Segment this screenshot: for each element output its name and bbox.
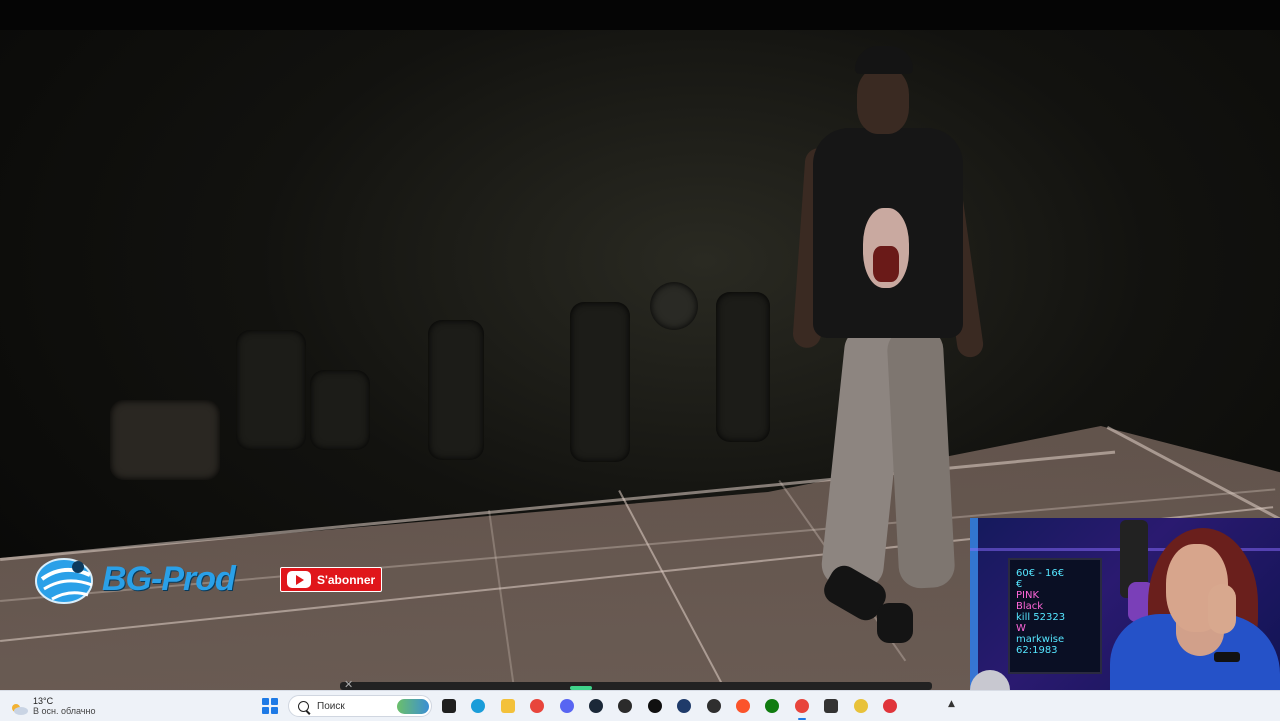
task-view-icon[interactable] [439, 696, 459, 716]
stage-equipment [236, 330, 306, 450]
obs-icon[interactable] [704, 696, 724, 716]
shirt-print-detail [873, 246, 899, 282]
dancer-cap [855, 46, 913, 74]
stage-equipment [570, 302, 630, 462]
steam-icon-glyph [589, 699, 603, 713]
app-c-icon-glyph [677, 699, 691, 713]
edge-icon-glyph [471, 699, 485, 713]
phone-icon[interactable] [821, 696, 841, 716]
app-c-icon[interactable] [674, 696, 694, 716]
youtube-icon [287, 571, 311, 588]
board-line: 62:1983 [1016, 645, 1058, 656]
stage-light [650, 282, 698, 330]
player-controls-strip[interactable] [340, 682, 932, 690]
board-line: 60€ - 16€ [1016, 568, 1065, 579]
streamer-app-icon-glyph [854, 699, 868, 713]
edge-icon[interactable] [468, 696, 488, 716]
stage-equipment [428, 320, 484, 460]
watch [1214, 652, 1240, 662]
board-line: PINK [1016, 590, 1040, 601]
stage-equipment [716, 292, 770, 442]
brave-icon[interactable] [733, 696, 753, 716]
partly-cloudy-icon [10, 700, 28, 715]
streamer-app-icon[interactable] [851, 696, 871, 716]
chatgpt-icon-glyph [648, 699, 662, 713]
file-explorer-icon[interactable] [498, 696, 518, 716]
chrome-icon-glyph [530, 699, 544, 713]
discord-icon-glyph [560, 699, 574, 713]
search-highlight-art [397, 699, 429, 714]
obs-icon-glyph [707, 699, 721, 713]
search-icon [298, 700, 309, 712]
weather-widget[interactable]: 13°C В осн. облачно [10, 693, 95, 719]
brave-icon-glyph [736, 699, 750, 713]
dancer-head [857, 68, 909, 134]
red-app-icon[interactable] [880, 696, 900, 716]
stage-equipment [310, 370, 370, 450]
task-view-icon-glyph [442, 699, 456, 713]
board-line: Black [1016, 601, 1044, 612]
bg-prod-watermark: BG-Prod [32, 548, 236, 610]
dancer-leg [886, 326, 956, 590]
tray-overflow-icon[interactable]: ▲ [948, 699, 955, 709]
board-line: W [1016, 623, 1026, 634]
weather-temperature: 13°C [33, 696, 54, 706]
xbox-icon-glyph [765, 699, 779, 713]
red-app-icon-glyph [883, 699, 897, 713]
weather-description: В осн. облачно [33, 706, 96, 716]
steam-icon[interactable] [586, 696, 606, 716]
windows-start-icon[interactable] [262, 698, 278, 714]
game-launcher-icon-glyph [618, 699, 632, 713]
game-launcher-icon[interactable] [615, 696, 635, 716]
board-line: € [1016, 579, 1023, 590]
chrome-active-icon-glyph [795, 699, 809, 713]
stage-equipment [110, 400, 220, 480]
subscribe-label: S'abonner [317, 572, 376, 587]
phone-icon-glyph [824, 699, 838, 713]
chrome-active-icon[interactable] [792, 696, 812, 716]
board-line: kill 52323 [1016, 612, 1066, 623]
discord-icon[interactable] [557, 696, 577, 716]
taskbar-search-box[interactable]: Поиск [288, 695, 432, 717]
board-line: markwise [1016, 634, 1065, 645]
bg-prod-brand-text: BG-Prod [102, 559, 236, 598]
search-placeholder: Поиск [317, 700, 345, 712]
subscribe-button[interactable]: S'abonner [280, 567, 382, 592]
windows-taskbar: 13°C В осн. облачно Поиск ▲ [0, 690, 1280, 721]
streamer-hand [1208, 584, 1236, 634]
neon-board: 60€ - 16€ € PINK Black kill 52323 W mark… [1008, 558, 1102, 674]
file-explorer-icon-glyph [501, 699, 515, 713]
chrome-icon[interactable] [527, 696, 547, 716]
top-black-bar [0, 0, 1280, 30]
xbox-icon[interactable] [762, 696, 782, 716]
bg-prod-logo-icon [32, 549, 100, 609]
dancer-shoe [877, 603, 913, 643]
chatgpt-icon[interactable] [645, 696, 665, 716]
